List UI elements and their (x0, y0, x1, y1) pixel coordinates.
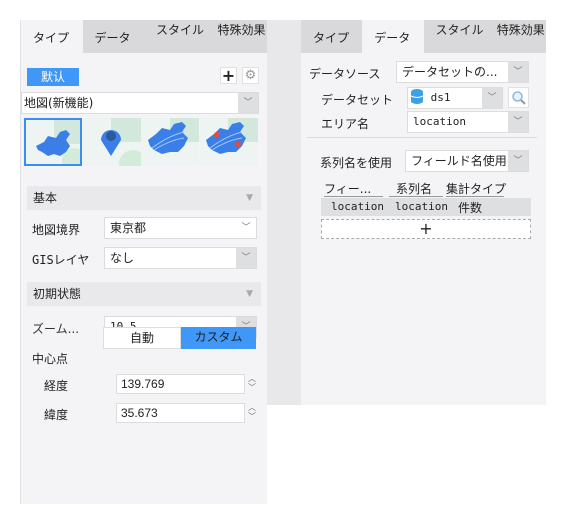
chevron-up-icon: ︿ (248, 374, 256, 383)
map-boundary-select[interactable]: 東京都 ﹀ (104, 217, 257, 239)
table-header-aggregation[interactable]: 集計タイプ (446, 180, 506, 197)
database-icon (410, 89, 424, 104)
panel-tabs: タイプ データ スタイル 特殊効果 (21, 20, 267, 53)
plus-icon: + (419, 219, 433, 238)
flow-point-map-icon (206, 118, 259, 154)
map-thumb-flow-point[interactable] (200, 118, 259, 166)
section-basic-title: 基本 (33, 191, 58, 205)
area-name-label: エリア名 (321, 117, 370, 131)
data-source-value: データセットの... (402, 65, 498, 79)
tab-type[interactable]: タイプ (301, 20, 362, 53)
caret-down-icon: ▼ (246, 193, 253, 203)
data-source-label: データソース (309, 67, 381, 81)
chart-properties-panel-type: タイプ データ スタイル 特殊効果 默认 + ⚙ 地図(新機能) ﹀ 基本 ▼ … (20, 20, 267, 504)
latitude-input[interactable]: 35.673 (116, 403, 245, 423)
table-header-series-name[interactable]: 系列名 (389, 180, 443, 197)
china-map-icon (36, 120, 80, 164)
tab-special-effects[interactable]: 特殊効果 (485, 20, 546, 53)
chevron-down-icon: ﹀ (236, 248, 256, 268)
area-name-value: location (413, 115, 466, 128)
center-auto-option[interactable]: 自動 (103, 327, 181, 349)
zoom-label: ズーム... (32, 322, 80, 336)
map-thumb-region[interactable] (24, 118, 82, 166)
chevron-up-icon: ︿ (248, 403, 256, 412)
chevron-down-icon: ﹀ (248, 412, 256, 421)
longitude-label: 経度 (44, 379, 69, 393)
chart-type-select[interactable]: 地図(新機能) ﹀ (21, 92, 259, 114)
series-name-select[interactable]: フィールド名使用 ﹀ (405, 150, 529, 172)
chevron-down-icon: ﹀ (508, 112, 528, 132)
dataset-value: ds1 (430, 91, 451, 104)
latitude-label: 緯度 (44, 408, 69, 422)
settings-button[interactable]: ⚙ (242, 67, 259, 84)
panel-tabs: タイプ データ スタイル 特殊効果 (301, 20, 546, 53)
section-initial-state-title: 初期状態 (33, 287, 82, 301)
tab-style[interactable]: スタイル (144, 20, 206, 53)
chevron-down-icon: ﹀ (236, 218, 256, 238)
series-name-label: 系列名を使用 (320, 156, 393, 170)
center-custom-option[interactable]: カスタム (181, 327, 256, 349)
chevron-down-icon: ﹀ (508, 151, 528, 171)
section-initial-state[interactable]: 初期状態 ▼ (27, 282, 261, 306)
cell-series-name: location (395, 200, 448, 213)
search-button[interactable] (508, 87, 529, 108)
dataset-label: データセット (321, 93, 394, 107)
map-type-thumbnails (24, 118, 259, 166)
tab-style[interactable]: スタイル (424, 20, 485, 53)
latitude-stepper[interactable]: ︿ ﹀ (246, 403, 258, 423)
longitude-stepper[interactable]: ︿ ﹀ (246, 374, 258, 394)
default-theme-button[interactable]: 默认 (27, 68, 79, 86)
area-name-select[interactable]: location ﹀ (407, 111, 529, 133)
section-divider (307, 137, 537, 138)
table-row[interactable]: location location 件数 (321, 198, 531, 216)
dataset-select[interactable]: ds1 ﹀ (407, 87, 503, 109)
gear-icon: ⚙ (244, 68, 257, 83)
tab-data[interactable]: データ (362, 20, 424, 53)
longitude-input[interactable]: 139.769 (116, 374, 245, 394)
cell-field: location (331, 200, 384, 213)
chevron-down-icon: ﹀ (238, 93, 258, 113)
center-point-label: 中心点 (32, 352, 69, 366)
chart-type-value: 地図(新機能) (24, 96, 94, 110)
section-basic[interactable]: 基本 ▼ (27, 186, 261, 210)
gis-layer-value: なし (110, 251, 135, 265)
tab-type[interactable]: タイプ (21, 20, 83, 53)
add-series-button[interactable]: + (321, 219, 531, 239)
plus-icon: + (221, 66, 236, 85)
chevron-down-icon: ﹀ (482, 88, 502, 108)
chevron-down-icon: ﹀ (508, 62, 528, 82)
map-thumb-flow[interactable] (141, 118, 200, 166)
map-pin-icon (100, 118, 141, 166)
table-header-field[interactable]: フィー... (324, 180, 383, 197)
gis-layer-label: GISレイヤ (32, 253, 90, 267)
tab-data[interactable]: データ (83, 20, 145, 53)
map-thumb-point[interactable] (82, 118, 141, 166)
panel-gutter (267, 20, 301, 405)
series-name-value: フィールド名使用 (411, 154, 507, 168)
tab-special-effects[interactable]: 特殊効果 (206, 20, 268, 53)
chevron-down-icon: ﹀ (248, 383, 256, 392)
caret-down-icon: ▼ (246, 289, 253, 299)
map-boundary-value: 東京都 (110, 221, 147, 235)
add-button[interactable]: + (220, 67, 237, 84)
data-source-select[interactable]: データセットの... ﹀ (396, 61, 529, 83)
flow-map-icon (147, 118, 200, 154)
map-boundary-label: 地図境界 (32, 223, 81, 237)
search-icon (511, 91, 526, 105)
cell-aggregation: 件数 (458, 201, 483, 215)
gis-layer-select[interactable]: なし ﹀ (104, 247, 257, 269)
